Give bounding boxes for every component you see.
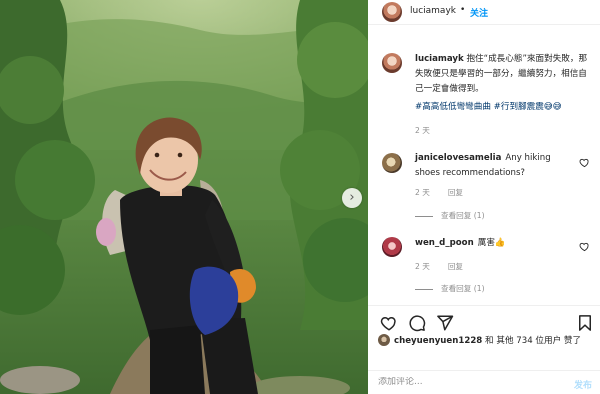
caption-meta: 2 天: [415, 125, 448, 136]
author-avatar[interactable]: [382, 2, 402, 22]
post-header: luciamayk • 关注: [368, 0, 600, 25]
caption-hashtags[interactable]: #高高低低彎彎曲曲 #行到腳震震😅😅: [415, 100, 600, 114]
header-separator: •: [460, 5, 466, 15]
author-username[interactable]: luciamayk: [410, 6, 456, 16]
comment-body: 厲害👍: [477, 238, 506, 248]
caption: luciamayk 抱住“成長心態”來面對失敗，那失敗便只是學習的一部分，繼續努…: [415, 52, 595, 97]
comment-username[interactable]: wen_d_poon: [415, 238, 474, 248]
replies-divider: [415, 215, 433, 217]
heart-icon[interactable]: [579, 241, 590, 252]
view-replies-button[interactable]: 查看回复 (1): [415, 283, 485, 294]
add-comment-input[interactable]: [378, 377, 548, 387]
comments-list: luciamayk 抱住“成長心態”來面對失敗，那失敗便只是學習的一部分，繼續努…: [368, 25, 600, 305]
comment-username[interactable]: janicelovesamelia: [415, 153, 501, 163]
caption-author-avatar[interactable]: [382, 53, 402, 73]
likes-count-text[interactable]: 和 其他 734 位用户 赞了: [485, 336, 581, 346]
heart-icon[interactable]: [380, 314, 398, 332]
likes-summary: cheyuenyuen1228 和 其他 734 位用户 赞了: [394, 334, 581, 346]
reply-button[interactable]: 回复: [448, 188, 463, 197]
follow-button[interactable]: 关注: [470, 6, 488, 19]
view-replies-label: 查看回复 (1): [441, 284, 485, 293]
next-photo-button[interactable]: ›: [342, 188, 362, 208]
chevron-right-icon: ›: [349, 190, 355, 205]
comment-meta: 2 天 回复: [415, 261, 481, 272]
hiking-photo-illustration: [0, 0, 368, 394]
post-photo[interactable]: ›: [0, 0, 368, 394]
post-comment-button[interactable]: 发布: [574, 378, 592, 391]
view-replies-button[interactable]: 查看回复 (1): [415, 210, 485, 221]
comment-wen_d_poon: wen_d_poon 厲害👍: [415, 236, 575, 251]
commenter-avatar-janicelovesamelia[interactable]: [382, 153, 402, 173]
comment-meta: 2 天 回复: [415, 187, 481, 198]
reply-button[interactable]: 回复: [448, 262, 463, 271]
post-sidebar: luciamayk • 关注 luciamayk 抱住“成長心態”來面對失敗，那…: [368, 0, 600, 394]
view-replies-label: 查看回复 (1): [441, 211, 485, 220]
liker-username[interactable]: cheyuenyuen1228: [394, 336, 482, 346]
instagram-post-view: › luciamayk • 关注 luciamayk 抱住“成長心態”來面對失敗…: [0, 0, 600, 394]
comment-icon[interactable]: [408, 314, 426, 332]
heart-icon[interactable]: [579, 157, 590, 168]
replies-divider: [415, 288, 433, 290]
commenter-avatar-wen_d_poon[interactable]: [382, 237, 402, 257]
comment-time[interactable]: 2 天: [415, 262, 430, 271]
comment-janicelovesamelia: janicelovesamelia Any hiking shoes recomm…: [415, 151, 575, 181]
caption-username[interactable]: luciamayk: [415, 54, 464, 64]
caption-time[interactable]: 2 天: [415, 126, 430, 135]
bookmark-icon[interactable]: [576, 314, 594, 332]
add-comment-bar: 发布: [368, 370, 600, 394]
send-icon[interactable]: [436, 314, 454, 332]
liker-avatar[interactable]: [378, 334, 390, 346]
comment-time[interactable]: 2 天: [415, 188, 430, 197]
